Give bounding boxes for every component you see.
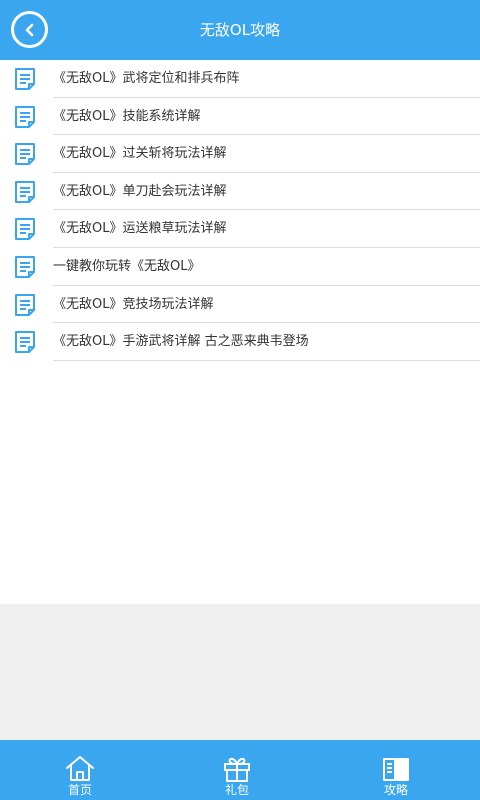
document-icon [15, 68, 35, 90]
tab-home[interactable]: 首页 [40, 740, 120, 800]
list-item[interactable]: 《无敌OL》手游武将详解 古之恶来典韦登场 [0, 323, 480, 361]
tab-gift[interactable]: 礼包 [197, 740, 277, 800]
list-item-title: 《无敌OL》过关斩将玩法详解 [53, 146, 227, 162]
document-icon [15, 143, 35, 166]
tab-label: 首页 [67, 783, 92, 797]
list-item-title: 《无敌OL》单刀赴会玩法详解 [53, 183, 227, 199]
list-item-title: 《无敌OL》技能系统详解 [53, 108, 201, 124]
list-item-title: 《无敌OL》竞技场玩法详解 [53, 296, 214, 312]
document-icon [15, 293, 35, 316]
list-item[interactable]: 《无敌OL》竞技场玩法详解 [0, 286, 480, 324]
tab-label: 攻略 [383, 783, 408, 797]
list-item[interactable]: 一键教你玩转《无敌OL》 [0, 248, 480, 286]
list-item[interactable]: 《无敌OL》单刀赴会玩法详解 [0, 173, 480, 211]
document-icon [15, 255, 35, 278]
list-item[interactable]: 《无敌OL》过关斩将玩法详解 [0, 135, 480, 173]
divider [53, 359, 480, 361]
list-item-title: 《无敌OL》运送粮草玩法详解 [53, 221, 227, 237]
book-icon [383, 758, 409, 781]
document-icon [15, 105, 35, 128]
list-item-title: 《无敌OL》手游武将详解 古之恶来典韦登场 [53, 334, 309, 350]
document-icon [15, 331, 35, 354]
empty-area [0, 604, 480, 740]
tab-label: 礼包 [224, 783, 249, 797]
list-item-title: 一键教你玩转《无敌OL》 [53, 258, 201, 274]
bottom-tab-bar: 首页 礼包 攻略 [0, 740, 480, 800]
document-icon [15, 180, 35, 203]
page-title: 无敌OL攻略 [199, 21, 281, 39]
list-item[interactable]: 《无敌OL》技能系统详解 [0, 98, 480, 136]
article-list: 《无敌OL》武将定位和排兵布阵 《无敌OL》技能系统详解 《无敌OL》过关斩将玩… [0, 60, 480, 361]
document-icon [15, 218, 35, 241]
header-bar: 无敌OL攻略 [0, 0, 480, 60]
home-icon [66, 756, 94, 781]
list-item[interactable]: 《无敌OL》武将定位和排兵布阵 [0, 60, 480, 98]
gift-icon [224, 757, 250, 782]
list-item[interactable]: 《无敌OL》运送粮草玩法详解 [0, 210, 480, 248]
list-item-title: 《无敌OL》武将定位和排兵布阵 [53, 71, 240, 86]
tab-guide[interactable]: 攻略 [356, 740, 436, 800]
